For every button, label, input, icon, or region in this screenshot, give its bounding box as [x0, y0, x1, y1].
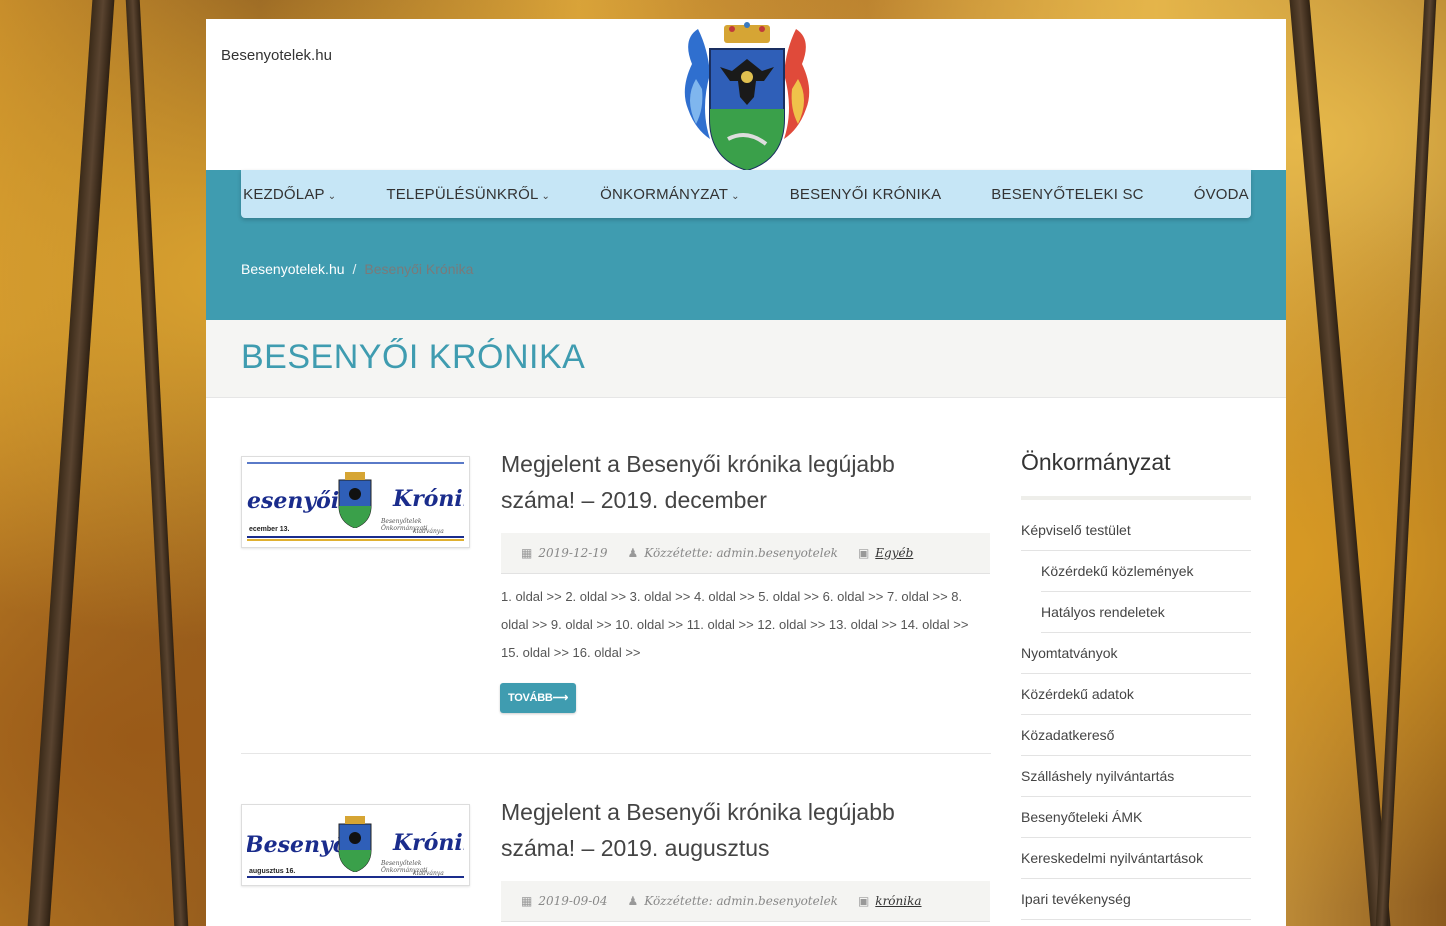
page-container: Besenyotelek.hu KEZDŐLAP ⌄ TELEPÜLÉSÜNKRŐ… — [206, 19, 1286, 926]
nav-item-onkormanyzat[interactable]: ÖNKORMÁNYZAT ⌄ — [575, 186, 765, 203]
background-tree-trunk — [27, 0, 115, 926]
thumbnail-title-left: esenyői — [247, 488, 340, 514]
post-date: 2019-09-04 — [538, 894, 608, 908]
page-title-band: BESENYŐI KRÓNIKA — [206, 320, 1286, 398]
post-excerpt: 1. oldal >> 2. oldal >> 3. oldal >> 4. o… — [501, 589, 969, 660]
post-meta: ▦ 2019-09-04 ♟ Közzétette: admin.besenyote… — [501, 881, 990, 922]
sidebar-item-kozerdeku-adatok[interactable]: Közérdekű adatok — [1021, 674, 1251, 715]
thumbnail-subtitle-2: kiadványa — [413, 528, 444, 535]
background-tree-trunk — [1289, 0, 1391, 926]
sidebar-menu: Képviselő testület Közérdekű közlemények… — [1021, 510, 1251, 920]
nav-item-besenyoteleki-sc[interactable]: BESENYŐTELEKI SC — [966, 186, 1168, 203]
page-title: BESENYŐI KRÓNIKA — [241, 338, 586, 376]
thumbnail-title-right: Krónik — [393, 830, 464, 856]
chevron-down-icon: ⌄ — [327, 190, 337, 202]
sidebar-item-kepviselo-testulet[interactable]: Képviselő testület — [1021, 510, 1251, 551]
breadcrumb-separator: / — [352, 261, 357, 277]
sidebar-item-nyomtatvanyok[interactable]: Nyomtatványok — [1021, 633, 1251, 674]
main-navigation: KEZDŐLAP ⌄ TELEPÜLÉSÜNKRŐL ⌄ ÖNKORMÁNYZAT ⌄… — [241, 170, 1251, 218]
chevron-down-icon: ⌄ — [541, 190, 551, 202]
nav-item-telepulesunkrol[interactable]: TELEPÜLÉSÜNKRŐL ⌄ — [361, 186, 575, 203]
background-tree-trunk — [1375, 0, 1437, 926]
thumbnail-date: ecember 13. — [249, 526, 290, 533]
thumbnail-title-right: Krónik — [393, 486, 464, 512]
breadcrumb: Besenyotelek.hu / Besenyői Krónika — [241, 261, 473, 277]
sidebar-item-ipari[interactable]: Ipari tevékenység — [1021, 879, 1251, 920]
post-thumbnail[interactable]: esenyői Krónik ecember 13. Besenyőtelek … — [241, 456, 470, 548]
user-icon: ♟ — [627, 546, 639, 560]
site-name-link[interactable]: Besenyotelek.hu — [221, 47, 332, 64]
post-thumbnail[interactable]: Besenyői Krónik augusztus 16. Besenyőtel… — [241, 804, 470, 886]
sidebar-item-kereskedelmi[interactable]: Kereskedelmi nyilvántartások — [1021, 838, 1251, 879]
thumbnail-crest-icon — [338, 472, 372, 528]
sidebar-item-szallashely[interactable]: Szálláshely nyilvántartás — [1021, 756, 1251, 797]
sidebar-title: Önkormányzat — [1021, 449, 1171, 475]
post-date: 2019-12-19 — [538, 546, 608, 560]
thumbnail-image: esenyői Krónik ecember 13. Besenyőtelek … — [247, 462, 464, 542]
calendar-icon: ▦ — [521, 546, 533, 560]
post-author: Közzétette: admin.besenyotelek — [644, 894, 838, 908]
post-divider — [241, 753, 991, 754]
breadcrumb-current: Besenyői Krónika — [364, 261, 474, 277]
nav-item-ovoda[interactable]: ÓVODA — [1169, 186, 1274, 203]
sidebar-title-rule — [1021, 496, 1251, 500]
nav-item-kezdolap[interactable]: KEZDŐLAP ⌄ — [218, 186, 361, 203]
user-icon: ♟ — [627, 894, 639, 908]
nav-item-besenyoi-kronika[interactable]: BESENYŐI KRÓNIKA — [765, 186, 967, 203]
post-title-link[interactable]: Megjelent a Besenyői krónika legújabb sz… — [501, 446, 981, 518]
sidebar-item-kozerdeku-kozlemenyek[interactable]: Közérdekű közlemények — [1041, 551, 1251, 592]
archive-icon: ▣ — [857, 894, 870, 908]
sidebar-item-amk[interactable]: Besenyőteleki ÁMK — [1021, 797, 1251, 838]
calendar-icon: ▦ — [521, 894, 533, 908]
sidebar-item-hatalyos-rendeletek[interactable]: Hatályos rendeletek — [1041, 592, 1251, 633]
chevron-down-icon: ⌄ — [731, 190, 740, 202]
post-category-link[interactable]: Egyéb — [875, 546, 913, 560]
post-title-link[interactable]: Megjelent a Besenyői krónika legújabb sz… — [501, 794, 981, 866]
post-category-link[interactable]: krónika — [875, 894, 921, 908]
sidebar-item-kozadatkereso[interactable]: Közadatkereső — [1021, 715, 1251, 756]
thumbnail-date: augusztus 16. — [249, 868, 296, 875]
breadcrumb-home-link[interactable]: Besenyotelek.hu — [241, 261, 345, 277]
post-meta: ▦ 2019-12-19 ♟ Közzétette: admin.besenyote… — [501, 533, 990, 574]
background-tree-trunk — [125, 0, 189, 926]
coat-of-arms-logo[interactable] — [680, 19, 814, 170]
post-author: Közzétette: admin.besenyotelek — [644, 546, 838, 560]
thumbnail-crest-icon — [338, 816, 372, 872]
archive-icon: ▣ — [857, 546, 870, 560]
read-more-button[interactable]: TOVÁBB⟶ — [500, 683, 576, 713]
thumbnail-image: Besenyői Krónik augusztus 16. Besenyőtel… — [247, 810, 464, 880]
